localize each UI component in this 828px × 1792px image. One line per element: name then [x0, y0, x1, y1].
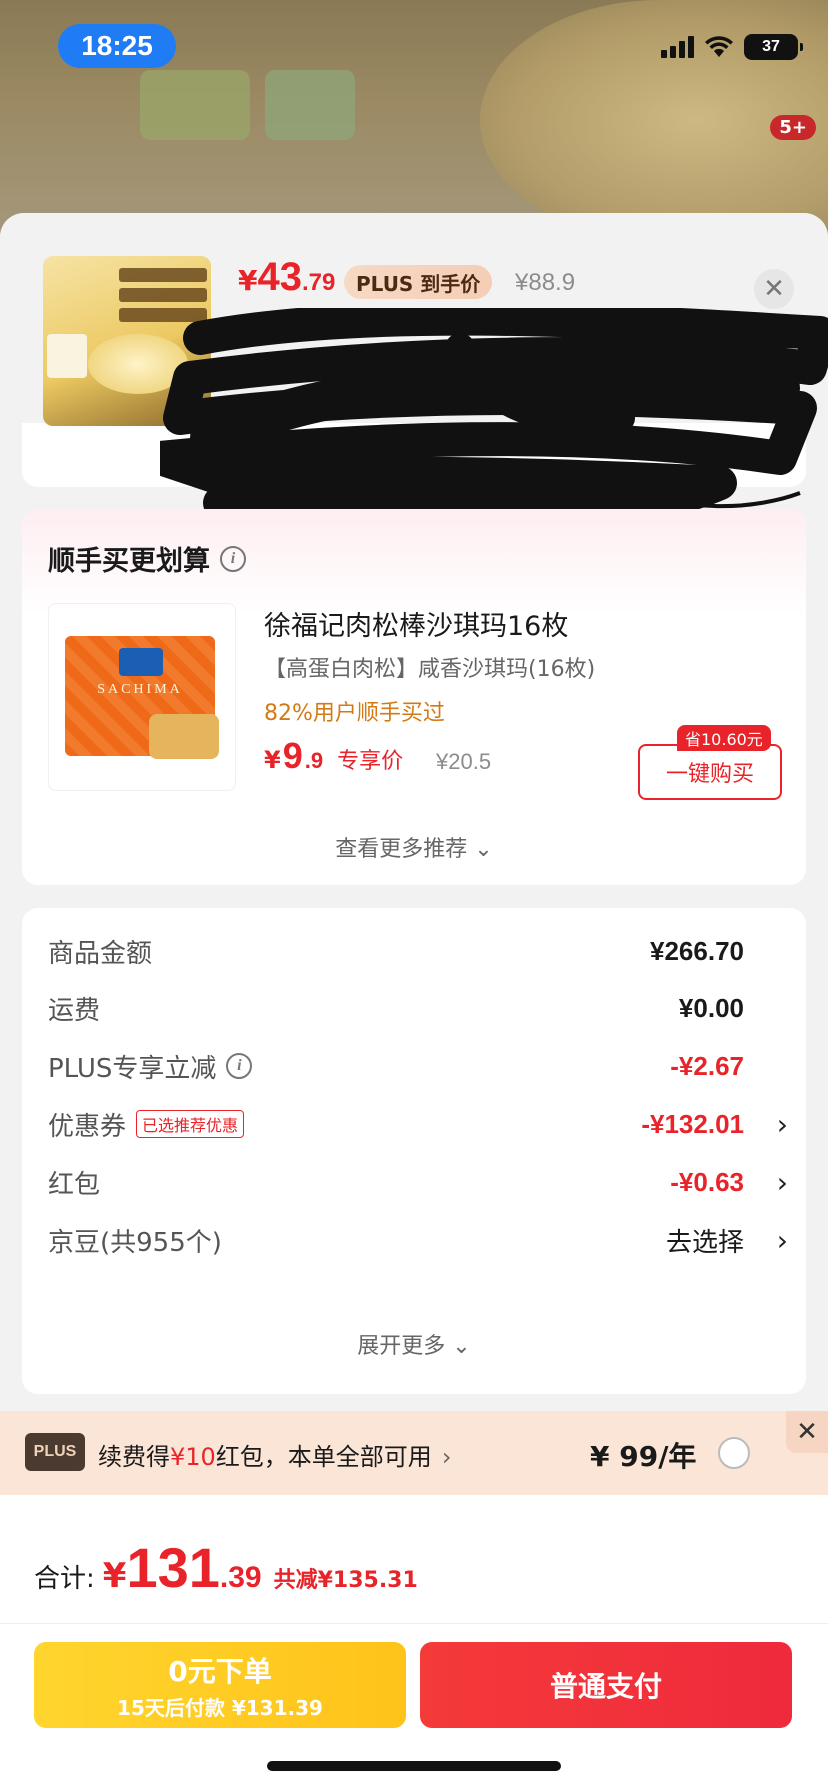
- product-card: ¥ 43 .79 PLUS 到手价 ¥88.9 ✕: [0, 213, 828, 555]
- chevron-right-icon: ›: [776, 1107, 788, 1141]
- close-icon: ✕: [763, 274, 785, 304]
- plus-price-tag: PLUS 到手价: [344, 265, 493, 299]
- summary-row-plus-discount: PLUS专享立减 i -¥2.67: [48, 1050, 744, 1084]
- recommend-original-price: ¥20.5: [436, 749, 492, 774]
- chevron-right-icon: ›: [776, 1223, 788, 1257]
- summary-row-red-packet[interactable]: 红包 -¥0.63 ›: [48, 1162, 788, 1202]
- pay-later-button[interactable]: 0元下单 15天后付款 ¥131.39: [34, 1642, 406, 1728]
- plus-select-radio[interactable]: [718, 1437, 750, 1469]
- home-indicator[interactable]: [267, 1761, 561, 1771]
- recommend-title: 顺手买更划算 i: [48, 539, 246, 578]
- coupon-selected-tag: 已选推荐优惠: [136, 1110, 245, 1138]
- chevron-right-icon: ›: [776, 1165, 788, 1199]
- recommend-product-stat: 82%用户顺手买过: [264, 701, 445, 726]
- status-icons: 37: [661, 34, 803, 60]
- thumb-badge: [47, 334, 87, 378]
- info-icon[interactable]: i: [220, 545, 246, 572]
- product-box-text: SACHIMA: [97, 682, 183, 697]
- close-button[interactable]: ✕: [754, 269, 794, 309]
- one-click-buy-button[interactable]: 一键购买: [638, 744, 782, 800]
- total-saved: 共减¥135.31: [273, 1568, 418, 1593]
- chevron-right-icon: ›: [441, 1443, 452, 1471]
- recommend-product-name[interactable]: 徐福记肉松棒沙琪玛16枚: [264, 604, 568, 643]
- plus-annual-price: ¥ 99/年: [590, 1440, 697, 1473]
- summary-row-goods: 商品金额 ¥266.70: [48, 935, 744, 969]
- background-badge: [265, 70, 355, 140]
- product-price: ¥ 43 .79: [238, 255, 336, 299]
- status-time: 18:25: [58, 24, 176, 68]
- more-recommend-link[interactable]: 查看更多推荐 ⌄: [22, 831, 806, 863]
- original-price: ¥88.9: [515, 269, 576, 296]
- recommend-product-price: ¥ 9 .9 专享价: [264, 735, 404, 776]
- plus-renewal-text: 续费得¥10红包，本单全部可用 ›: [98, 1443, 452, 1471]
- brand-logo: [119, 648, 163, 676]
- battery-icon: 37: [744, 34, 803, 60]
- summary-row-jingdou[interactable]: 京豆(共955个) 去选择 ›: [48, 1220, 788, 1260]
- summary-row-shipping: 运费 ¥0.00: [48, 992, 744, 1026]
- recommend-product-image[interactable]: SACHIMA: [48, 603, 236, 791]
- order-summary-card: 商品金额 ¥266.70 运费 ¥0.00 PLUS专享立减 i -¥2.67 …: [22, 908, 806, 1394]
- info-icon[interactable]: i: [226, 1053, 253, 1079]
- background-badge: [140, 70, 250, 140]
- checkout-footer: 合计: ¥ 131 .39 共减¥135.31 0元下单 15天后付款 ¥131…: [0, 1495, 828, 1792]
- divider: [0, 1623, 828, 1624]
- plus-renewal-banner[interactable]: PLUS 续费得¥10红包，本单全部可用 › ¥ 99/年 ✕: [0, 1411, 828, 1495]
- order-total: 合计: ¥ 131 .39 共减¥135.31: [34, 1536, 418, 1599]
- normal-pay-button[interactable]: 普通支付: [420, 1642, 792, 1728]
- save-badge: 省10.60元: [677, 725, 771, 751]
- plus-logo: PLUS: [25, 1433, 85, 1471]
- thumb-label: [119, 288, 207, 302]
- chevron-down-icon: ⌄: [452, 1334, 471, 1359]
- wifi-icon: [704, 36, 734, 58]
- signal-icon: [661, 36, 694, 58]
- summary-row-coupon[interactable]: 优惠券 已选推荐优惠 -¥132.01 ›: [48, 1104, 788, 1144]
- thumb-label: [119, 268, 207, 282]
- product-photo: [149, 714, 219, 759]
- expand-more-link[interactable]: 展开更多 ⌄: [22, 1328, 806, 1360]
- banner-close-button[interactable]: ✕: [786, 1411, 828, 1453]
- checkout-sheet: ¥ 43 .79 PLUS 到手价 ¥88.9 ✕ 顺手买更划算 i SACHI…: [0, 213, 828, 1792]
- chevron-down-icon: ⌄: [474, 837, 493, 862]
- recommend-product-subtitle: 【高蛋白肉松】咸香沙琪玛(16枚): [264, 657, 596, 682]
- recommend-card: 顺手买更划算 i SACHIMA 徐福记肉松棒沙琪玛16枚 【高蛋白肉松】咸香沙…: [22, 509, 806, 885]
- cart-count-badge: 5+: [770, 115, 816, 140]
